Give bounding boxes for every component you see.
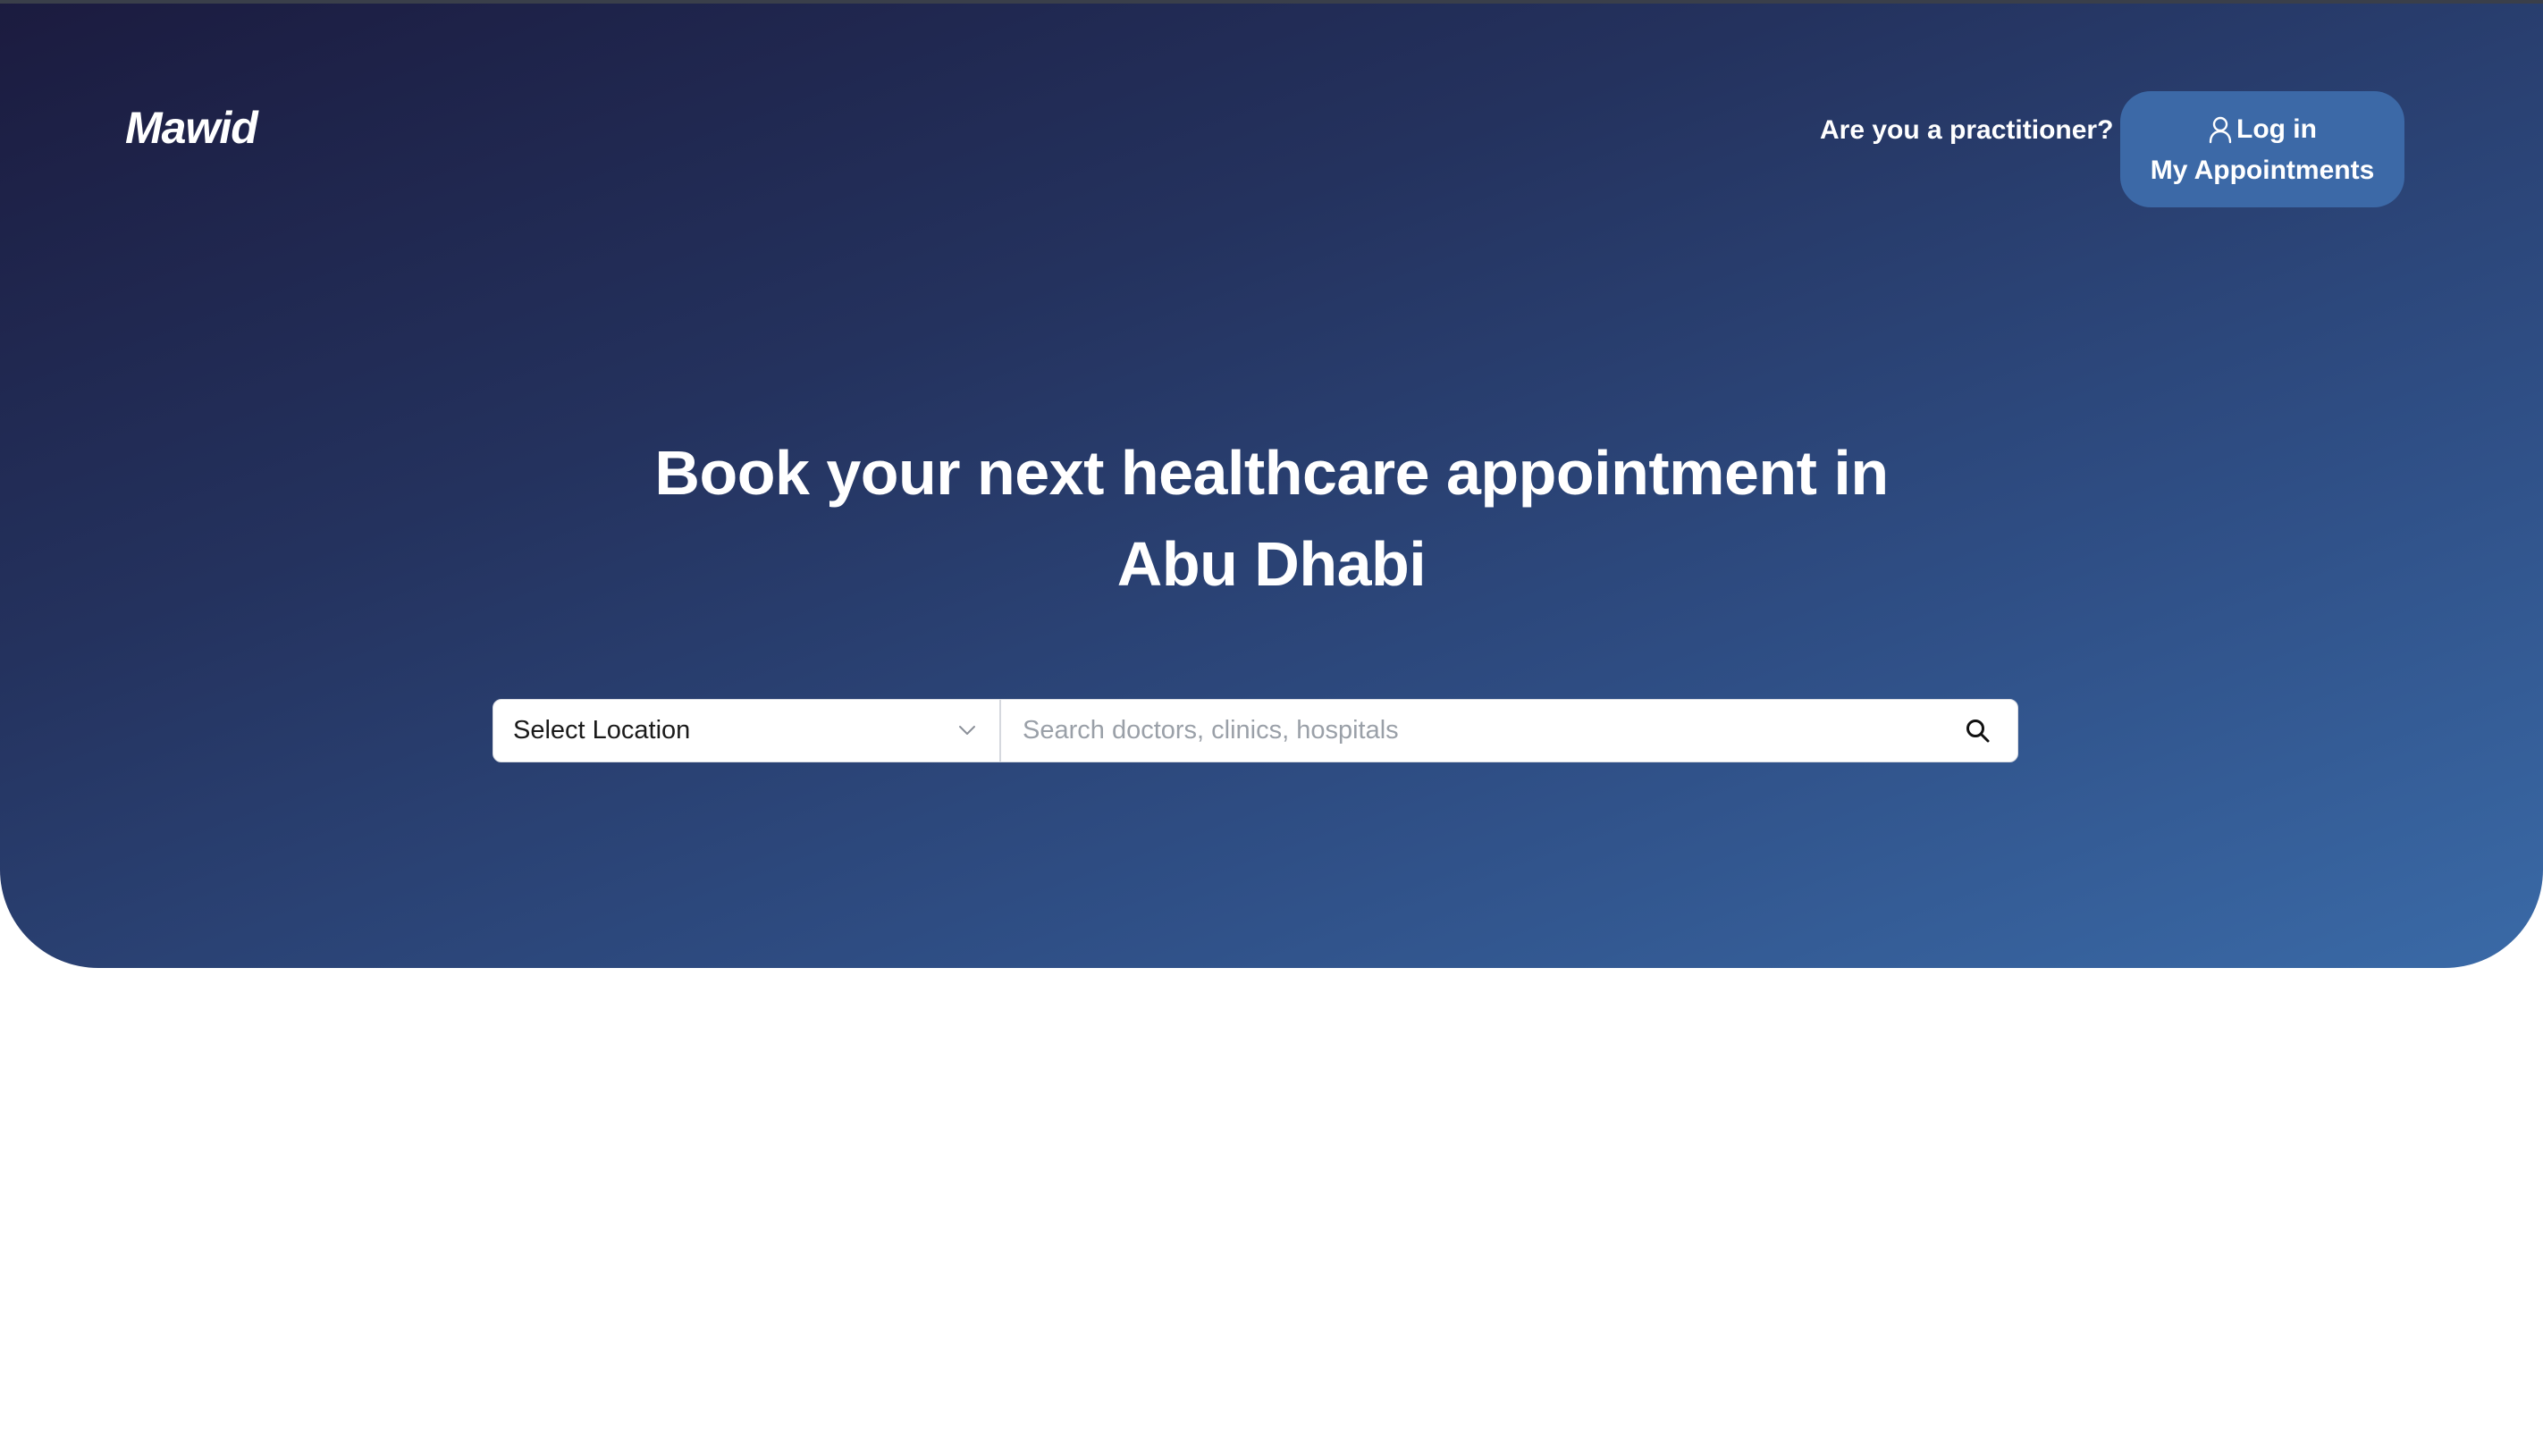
hero-section: Mawid Are you a practitioner? Log in My … xyxy=(0,0,2543,968)
location-select-value: Select Location xyxy=(513,716,691,745)
login-my-appointments-button[interactable]: Log in My Appointments xyxy=(2120,91,2404,207)
search-input[interactable] xyxy=(1003,700,1941,762)
search-icon[interactable] xyxy=(1963,716,1993,751)
mawid-logo[interactable]: Mawid xyxy=(125,97,258,159)
chevron-down-icon xyxy=(956,720,978,745)
hero-headline: Book your next healthcare appointment in… xyxy=(0,427,2543,610)
login-label: Log in xyxy=(2236,114,2317,144)
headline-line-1: Book your next healthcare appointment in xyxy=(654,438,1889,508)
headline-line-2: Abu Dhabi xyxy=(1116,529,1427,599)
user-icon xyxy=(2208,115,2233,144)
practitioner-link[interactable]: Are you a practitioner? xyxy=(1820,109,2113,152)
top-border xyxy=(0,0,2543,4)
login-line: Log in xyxy=(2120,109,2404,150)
location-select[interactable]: Select Location xyxy=(493,700,1001,762)
search-bar: Select Location xyxy=(493,699,2018,762)
my-appointments-label: My Appointments xyxy=(2150,156,2375,185)
